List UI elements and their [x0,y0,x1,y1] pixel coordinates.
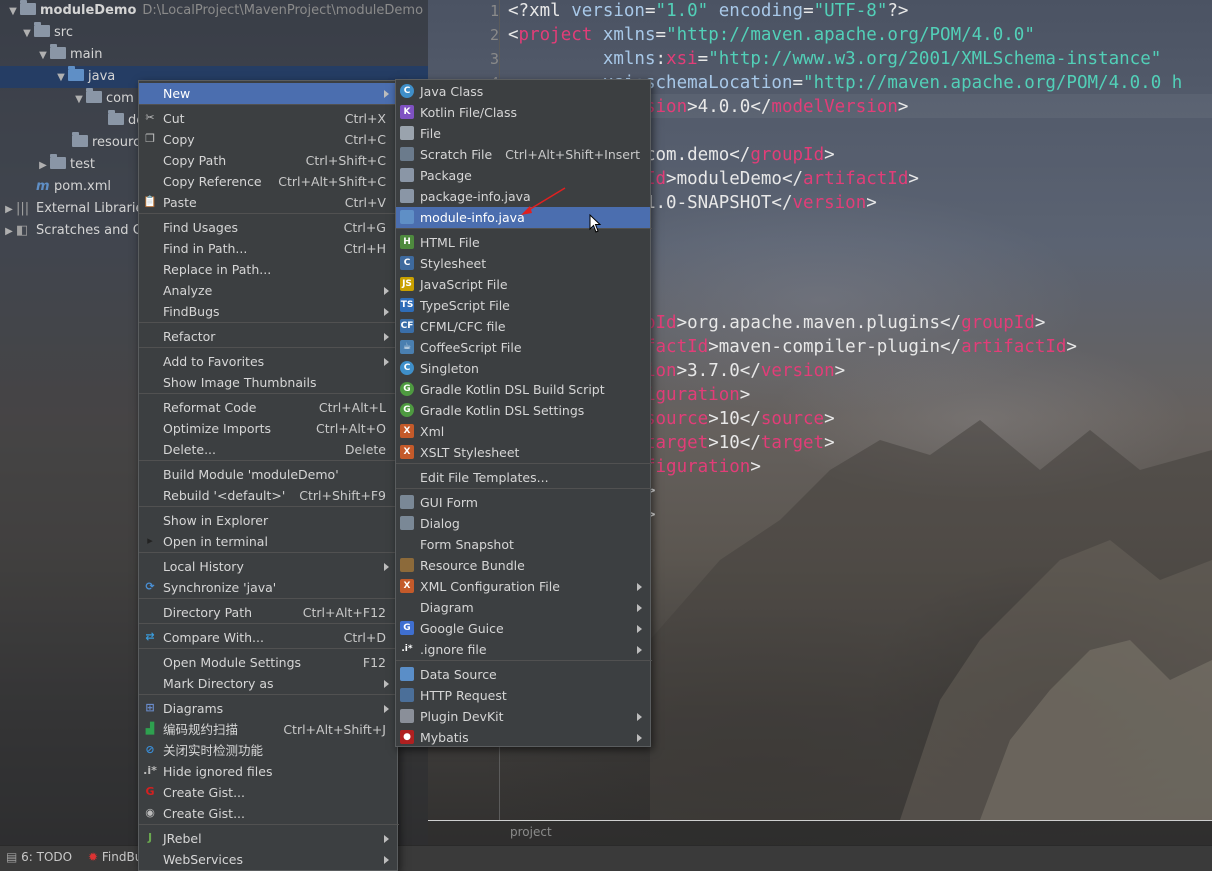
annotation-arrow [521,187,566,215]
mouse-cursor-icon [589,214,602,233]
